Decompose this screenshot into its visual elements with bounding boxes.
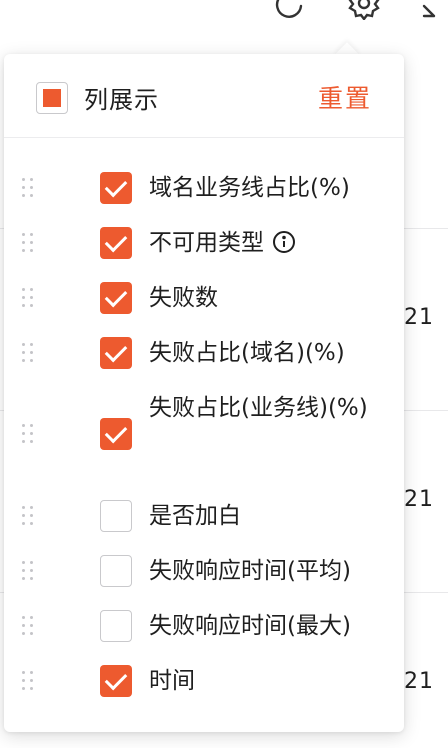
info-icon-wrap	[266, 226, 296, 260]
column-item[interactable]: 失败数	[4, 270, 404, 326]
column-settings-popover: 列展示 重置 域名业务线占比(%) 不可用类型失败数失败占比(域名)(%) 失败占比…	[4, 54, 404, 732]
column-item[interactable]: 域名业务线占比(%)	[4, 160, 404, 216]
drag-handle-icon[interactable]	[20, 341, 38, 365]
column-item[interactable]: 失败响应时间(平均)	[4, 543, 404, 599]
drag-handle-icon[interactable]	[20, 286, 38, 310]
select-all-checkbox[interactable]	[36, 82, 68, 114]
column-label: 域名业务线占比(%)	[149, 175, 350, 201]
column-checkbox[interactable]	[100, 282, 132, 314]
column-label: 不可用类型	[149, 230, 264, 256]
indeterminate-indicator	[43, 89, 61, 107]
column-checkbox[interactable]	[100, 555, 132, 587]
column-label: 失败响应时间(平均)	[149, 558, 351, 584]
column-checkbox[interactable]	[100, 337, 132, 369]
popover-header: 列展示 重置	[4, 54, 404, 138]
drag-handle-icon[interactable]	[20, 176, 38, 200]
drag-handle-icon[interactable]	[20, 559, 38, 583]
drag-handle-icon[interactable]	[20, 669, 38, 693]
column-checkbox[interactable]	[100, 227, 132, 259]
table-cell: 21	[404, 487, 434, 512]
column-label: 失败占比(业务线)(%)	[149, 395, 368, 421]
reset-button[interactable]: 重置	[318, 79, 372, 115]
refresh-icon[interactable]	[272, 0, 306, 20]
drag-handle-icon[interactable]	[20, 504, 38, 528]
info-icon[interactable]	[272, 230, 296, 254]
gear-icon[interactable]	[347, 0, 381, 21]
drag-handle-icon[interactable]	[20, 422, 38, 446]
column-checkbox[interactable]	[100, 665, 132, 697]
column-checkbox[interactable]	[100, 610, 132, 642]
drag-handle-icon[interactable]	[20, 614, 38, 638]
column-label: 失败数	[149, 285, 218, 311]
column-label: 时间	[149, 668, 195, 694]
column-checkbox[interactable]	[100, 500, 132, 532]
column-item[interactable]: 失败响应时间(最大)	[4, 598, 404, 654]
page: 21 21 21 列展示 重置 域名业务线占比(%) 不可用类型 失败数 失败占…	[0, 0, 448, 748]
drag-handle-icon[interactable]	[20, 231, 38, 255]
expand-icon[interactable]	[420, 0, 448, 20]
table-cell: 21	[404, 669, 434, 694]
column-item[interactable]: 是否加白	[4, 488, 404, 544]
table-cell: 21	[404, 305, 434, 330]
popover-title: 列展示	[84, 86, 159, 114]
column-label: 是否加白	[149, 503, 241, 529]
column-checkbox[interactable]	[100, 172, 132, 204]
column-label: 失败占比(域名)(%)	[149, 340, 345, 366]
column-label: 失败响应时间(最大)	[149, 613, 351, 639]
column-checkbox[interactable]	[100, 418, 132, 450]
column-item[interactable]: 不可用类型	[4, 215, 404, 271]
column-item[interactable]: 失败占比(业务线)(%)	[4, 380, 404, 488]
column-item[interactable]: 失败占比(域名)(%)	[4, 325, 404, 381]
column-item[interactable]: 时间	[4, 653, 404, 709]
